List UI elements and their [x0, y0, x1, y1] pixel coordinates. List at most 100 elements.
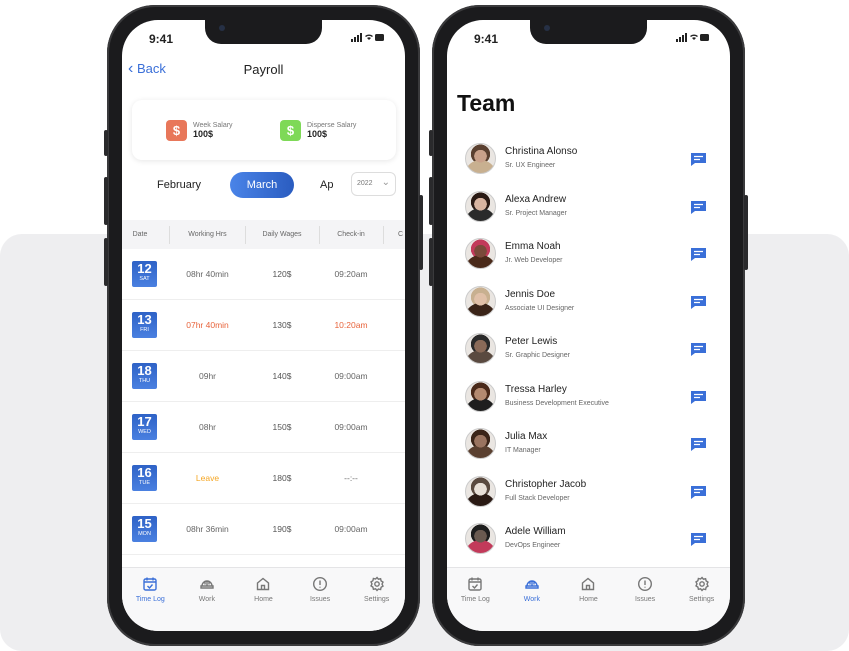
gear-icon — [673, 576, 730, 592]
member-role: Associate UI Designer — [505, 304, 575, 312]
team-member[interactable]: Emma Noah Jr. Web Developer — [447, 238, 730, 285]
month-next[interactable]: Ap — [320, 179, 333, 191]
nav-label: Settings — [689, 596, 715, 603]
chat-icon[interactable] — [690, 152, 707, 167]
date-badge: 18 THU — [132, 363, 157, 389]
table-row[interactable]: 12 SAT 08hr 40min 120$ 09:20am — [122, 249, 405, 300]
weekday: SAT — [139, 276, 150, 282]
avatar — [465, 190, 496, 222]
chat-icon[interactable] — [690, 532, 707, 547]
member-role: Full Stack Developer — [505, 494, 570, 502]
nav-time-log[interactable]: Time Log — [447, 568, 504, 631]
phone-team: 9:41 Team Christina Alonso Sr. UX Engine… — [429, 5, 748, 646]
nav-label: Work — [523, 596, 540, 603]
nav-home[interactable]: Home — [560, 568, 617, 631]
phone-payroll: 9:41 ‹ Back Payroll $ Week Salary 100$ $ … — [104, 5, 423, 646]
disperse-salary-value: 100$ — [307, 129, 328, 139]
date-badge: 12 SAT — [132, 261, 157, 287]
nav-label: Settings — [364, 596, 390, 603]
month-prev[interactable]: February — [157, 179, 201, 191]
day: 13 — [137, 312, 152, 327]
date-badge: 15 MON — [132, 516, 157, 542]
weekday: MON — [138, 531, 151, 537]
page-title: Team — [457, 90, 516, 116]
table-header: Date Working Hrs Daily Wages Check-in C — [122, 220, 405, 249]
date-badge: 13 FRI — [132, 312, 157, 338]
avatar — [465, 380, 496, 412]
col-checkin: Check-in — [337, 231, 365, 238]
alert-circle-icon — [292, 576, 349, 592]
daily-wage: 140$ — [272, 371, 292, 381]
member-role: Jr. Web Developer — [505, 257, 563, 264]
notch — [205, 20, 322, 44]
nav-time-log[interactable]: Time Log — [122, 568, 179, 631]
col-wages: Daily Wages — [262, 231, 302, 238]
week-salary: $ Week Salary 100$ — [166, 120, 233, 141]
avatar — [465, 523, 496, 554]
chat-icon[interactable] — [690, 200, 707, 215]
weekday: TUE — [139, 480, 150, 486]
team-member[interactable]: Tressa Harley Business Development Execu… — [447, 380, 730, 428]
chat-icon[interactable] — [690, 390, 707, 405]
nav-work[interactable]: Work — [179, 568, 236, 631]
daily-wage: 150$ — [272, 422, 292, 432]
date-badge: 17 WED — [132, 414, 157, 440]
working-hours: Leave — [195, 473, 220, 483]
member-role: Sr. Project Manager — [505, 209, 567, 217]
chat-icon[interactable] — [690, 342, 707, 357]
nav-issues[interactable]: Issues — [292, 568, 349, 631]
check-in: 09:00am — [334, 422, 368, 432]
calendar-check-icon — [122, 576, 179, 592]
table-row[interactable]: 13 FRI 07hr 40min 130$ 10:20am — [122, 300, 405, 351]
month-current[interactable]: March — [230, 172, 294, 198]
team-member[interactable]: Christopher Jacob Full Stack Developer — [447, 475, 730, 523]
nav-home[interactable]: Home — [235, 568, 292, 631]
year-dropdown[interactable]: 2022 ⌄ — [351, 172, 396, 196]
team-member[interactable]: Adele William DevOps Engineer — [447, 523, 730, 570]
date-badge: 16 TUE — [132, 465, 157, 491]
col-date: Date — [132, 231, 148, 238]
chevron-down-icon: ⌄ — [381, 177, 390, 188]
chat-icon[interactable] — [690, 247, 707, 262]
table-row[interactable]: 17 WED 08hr 150$ 09:00am — [122, 402, 405, 453]
table-row[interactable]: 16 TUE Leave 180$ --:-- — [122, 453, 405, 504]
member-role: Sr. UX Engineer — [505, 162, 556, 169]
team-member[interactable]: Jennis Doe Associate UI Designer — [447, 285, 730, 333]
member-name: Christopher Jacob — [505, 478, 587, 490]
week-salary-value: 100$ — [193, 129, 214, 139]
week-salary-label: Week Salary — [193, 122, 233, 129]
calendar-check-icon — [447, 576, 504, 592]
salary-card: $ Week Salary 100$ $ Disperse Salary 100$ — [132, 100, 396, 160]
dollar-icon: $ — [166, 120, 187, 141]
chat-icon[interactable] — [690, 485, 707, 500]
status-time: 9:41 — [149, 32, 174, 46]
check-in: 09:20am — [334, 269, 368, 279]
working-hours: 08hr 36min — [186, 524, 229, 534]
member-name: Adele William — [505, 526, 566, 537]
nav-label: Issues — [309, 596, 331, 603]
team-member[interactable]: Julia Max IT Manager — [447, 428, 730, 475]
nav-label: Work — [198, 596, 215, 603]
table-row[interactable]: 18 THU 09hr 140$ 09:00am — [122, 351, 405, 402]
year-value: 2022 — [357, 180, 373, 187]
nav-label: Time Log — [135, 596, 165, 603]
nav-work[interactable]: Work — [504, 568, 561, 631]
team-member[interactable]: Peter Lewis Sr. Graphic Designer — [447, 333, 730, 380]
chat-icon[interactable] — [690, 295, 707, 310]
nav-settings[interactable]: Settings — [348, 568, 405, 631]
page-title: Payroll — [243, 62, 284, 77]
nav-label: Home — [254, 596, 273, 603]
working-hours: 07hr 40min — [186, 320, 229, 330]
chat-icon[interactable] — [690, 437, 707, 452]
member-name: Alexa Andrew — [505, 193, 567, 205]
team-member[interactable]: Christina Alonso Sr. UX Engineer — [447, 143, 730, 190]
team-member[interactable]: Alexa Andrew Sr. Project Manager — [447, 190, 730, 238]
nav-issues[interactable]: Issues — [617, 568, 674, 631]
working-hours: 09hr — [198, 371, 216, 381]
avatar — [465, 333, 496, 364]
nav-label: Time Log — [460, 596, 490, 603]
nav-settings[interactable]: Settings — [673, 568, 730, 631]
payroll-screen: 9:41 ‹ Back Payroll $ Week Salary 100$ $ … — [122, 20, 405, 631]
day: 17 — [137, 414, 152, 429]
table-row[interactable]: 15 MON 08hr 36min 190$ 09:00am — [122, 504, 405, 555]
